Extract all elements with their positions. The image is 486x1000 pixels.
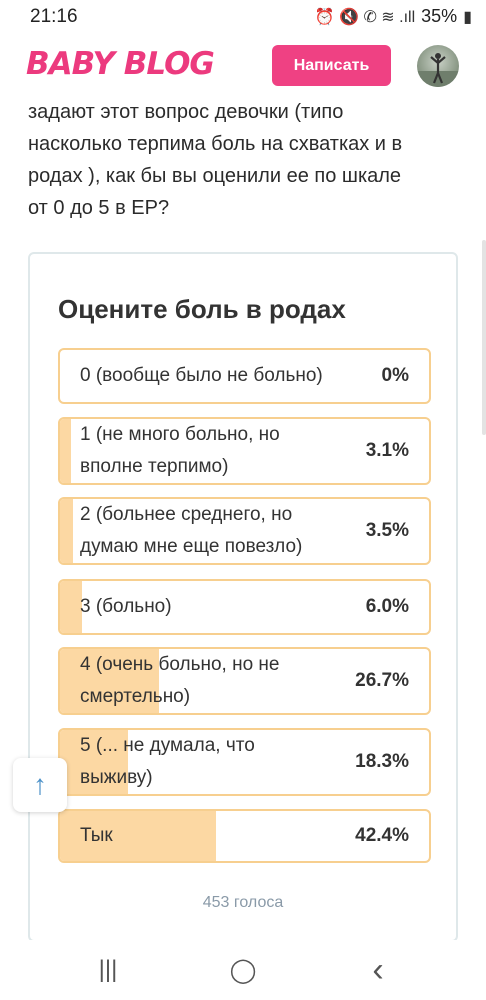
poll-option-label-line: вполне терпимо) xyxy=(80,456,229,477)
poll-option-label-line: Тык xyxy=(80,825,113,846)
arrow-up-icon: ↑ xyxy=(33,769,47,800)
poll-option-percent: 0% xyxy=(381,365,409,386)
poll-option-label-line: 2 (больнее среднего, но xyxy=(80,504,293,525)
poll-option-label-line: 4 (очень больно, но не xyxy=(80,654,280,675)
article-line: насколько терпима боль на схватках и в xyxy=(28,133,403,155)
poll-option-fill xyxy=(60,499,73,563)
poll-option-percent: 42.4% xyxy=(355,825,409,846)
poll-option-label-line: выживу) xyxy=(80,767,153,788)
battery-level: 35% xyxy=(421,6,458,26)
poll-option-percent: 26.7% xyxy=(355,670,409,691)
poll-option-label-line: смертельно) xyxy=(80,686,191,707)
poll-option-1[interactable]: 1 (не много больно, но вполне терпимо) 3… xyxy=(58,417,431,485)
article-text: задают этот вопрос девочки (типо насколь… xyxy=(28,96,458,224)
poll-option-label: 0 (вообще было не больно) xyxy=(80,360,323,392)
status-bar: 21:16 ⏰ 🔇 ✆ ≋ .ıll 35% ▮ xyxy=(0,0,486,34)
status-icons: ⏰ 🔇 ✆ ≋ .ıll 35% ▮ xyxy=(315,6,472,27)
poll-option-label-line: 3 (больно) xyxy=(80,596,172,617)
poll-option-label-line: думаю мне еще повезло) xyxy=(80,536,303,557)
poll-title: Оцените боль в родах xyxy=(58,294,346,324)
status-indicator-icons: ⏰ 🔇 ✆ ≋ .ıll xyxy=(314,8,416,26)
user-avatar[interactable] xyxy=(417,45,459,87)
poll-option-label: 5 (... не думала, что выживу) xyxy=(80,730,255,794)
poll-option-0[interactable]: 0 (вообще было не больно) 0% xyxy=(58,348,431,404)
back-icon[interactable]: ‹ xyxy=(358,951,398,989)
poll-option-3[interactable]: 3 (больно) 6.0% xyxy=(58,579,431,635)
poll-option-2[interactable]: 2 (больнее среднего, но думаю мне еще по… xyxy=(58,497,431,565)
system-nav-bar: ||| ◯ ‹ xyxy=(0,940,486,1000)
poll-option-label-line: 5 (... не думала, что xyxy=(80,735,255,756)
poll-option-5[interactable]: 5 (... не думала, что выживу) 18.3% xyxy=(58,728,431,796)
home-icon[interactable]: ◯ xyxy=(223,952,263,988)
poll-option-6[interactable]: Тык 42.4% xyxy=(58,809,431,863)
poll-option-label: 4 (очень больно, но не смертельно) xyxy=(80,649,280,713)
poll-vote-count: 453 голоса xyxy=(202,894,284,911)
poll-option-label: 3 (больно) xyxy=(80,591,172,623)
article-line: от 0 до 5 в ЕР? xyxy=(28,197,170,219)
poll-option-percent: 18.3% xyxy=(355,751,409,772)
poll-option-label-line: 1 (не много больно, но xyxy=(80,424,280,445)
babyblog-logo[interactable]: BABY BLOG xyxy=(26,46,215,82)
article-line: задают этот вопрос девочки (типо xyxy=(28,101,344,123)
write-post-button[interactable]: Написать xyxy=(272,45,391,86)
battery-icon: ▮ xyxy=(463,8,472,26)
poll-card: Оцените боль в родах 0 (вообще было не б… xyxy=(28,252,458,942)
poll-option-4[interactable]: 4 (очень больно, но не смертельно) 26.7% xyxy=(58,647,431,715)
poll-option-percent: 6.0% xyxy=(365,596,409,617)
article-line: родах ), как бы вы оценили ее по шкале xyxy=(28,165,402,187)
scroll-to-top-button[interactable]: ↑ xyxy=(13,758,67,812)
poll-option-percent: 3.1% xyxy=(365,440,409,461)
poll-option-percent: 3.5% xyxy=(365,520,409,541)
poll-option-label: 1 (не много больно, но вполне терпимо) xyxy=(80,419,280,483)
page-scrollbar[interactable] xyxy=(482,240,486,435)
poll-option-fill xyxy=(60,581,83,633)
poll-option-label: 2 (больнее среднего, но думаю мне еще по… xyxy=(80,499,302,563)
poll-option-label-line: 0 (вообще было не больно) xyxy=(80,365,323,386)
recents-icon[interactable]: ||| xyxy=(88,952,128,988)
status-time: 21:16 xyxy=(30,6,78,27)
poll-option-fill xyxy=(60,419,72,483)
poll-option-label: Тык xyxy=(80,820,113,852)
app-header: BABY BLOG Написать xyxy=(0,34,486,100)
